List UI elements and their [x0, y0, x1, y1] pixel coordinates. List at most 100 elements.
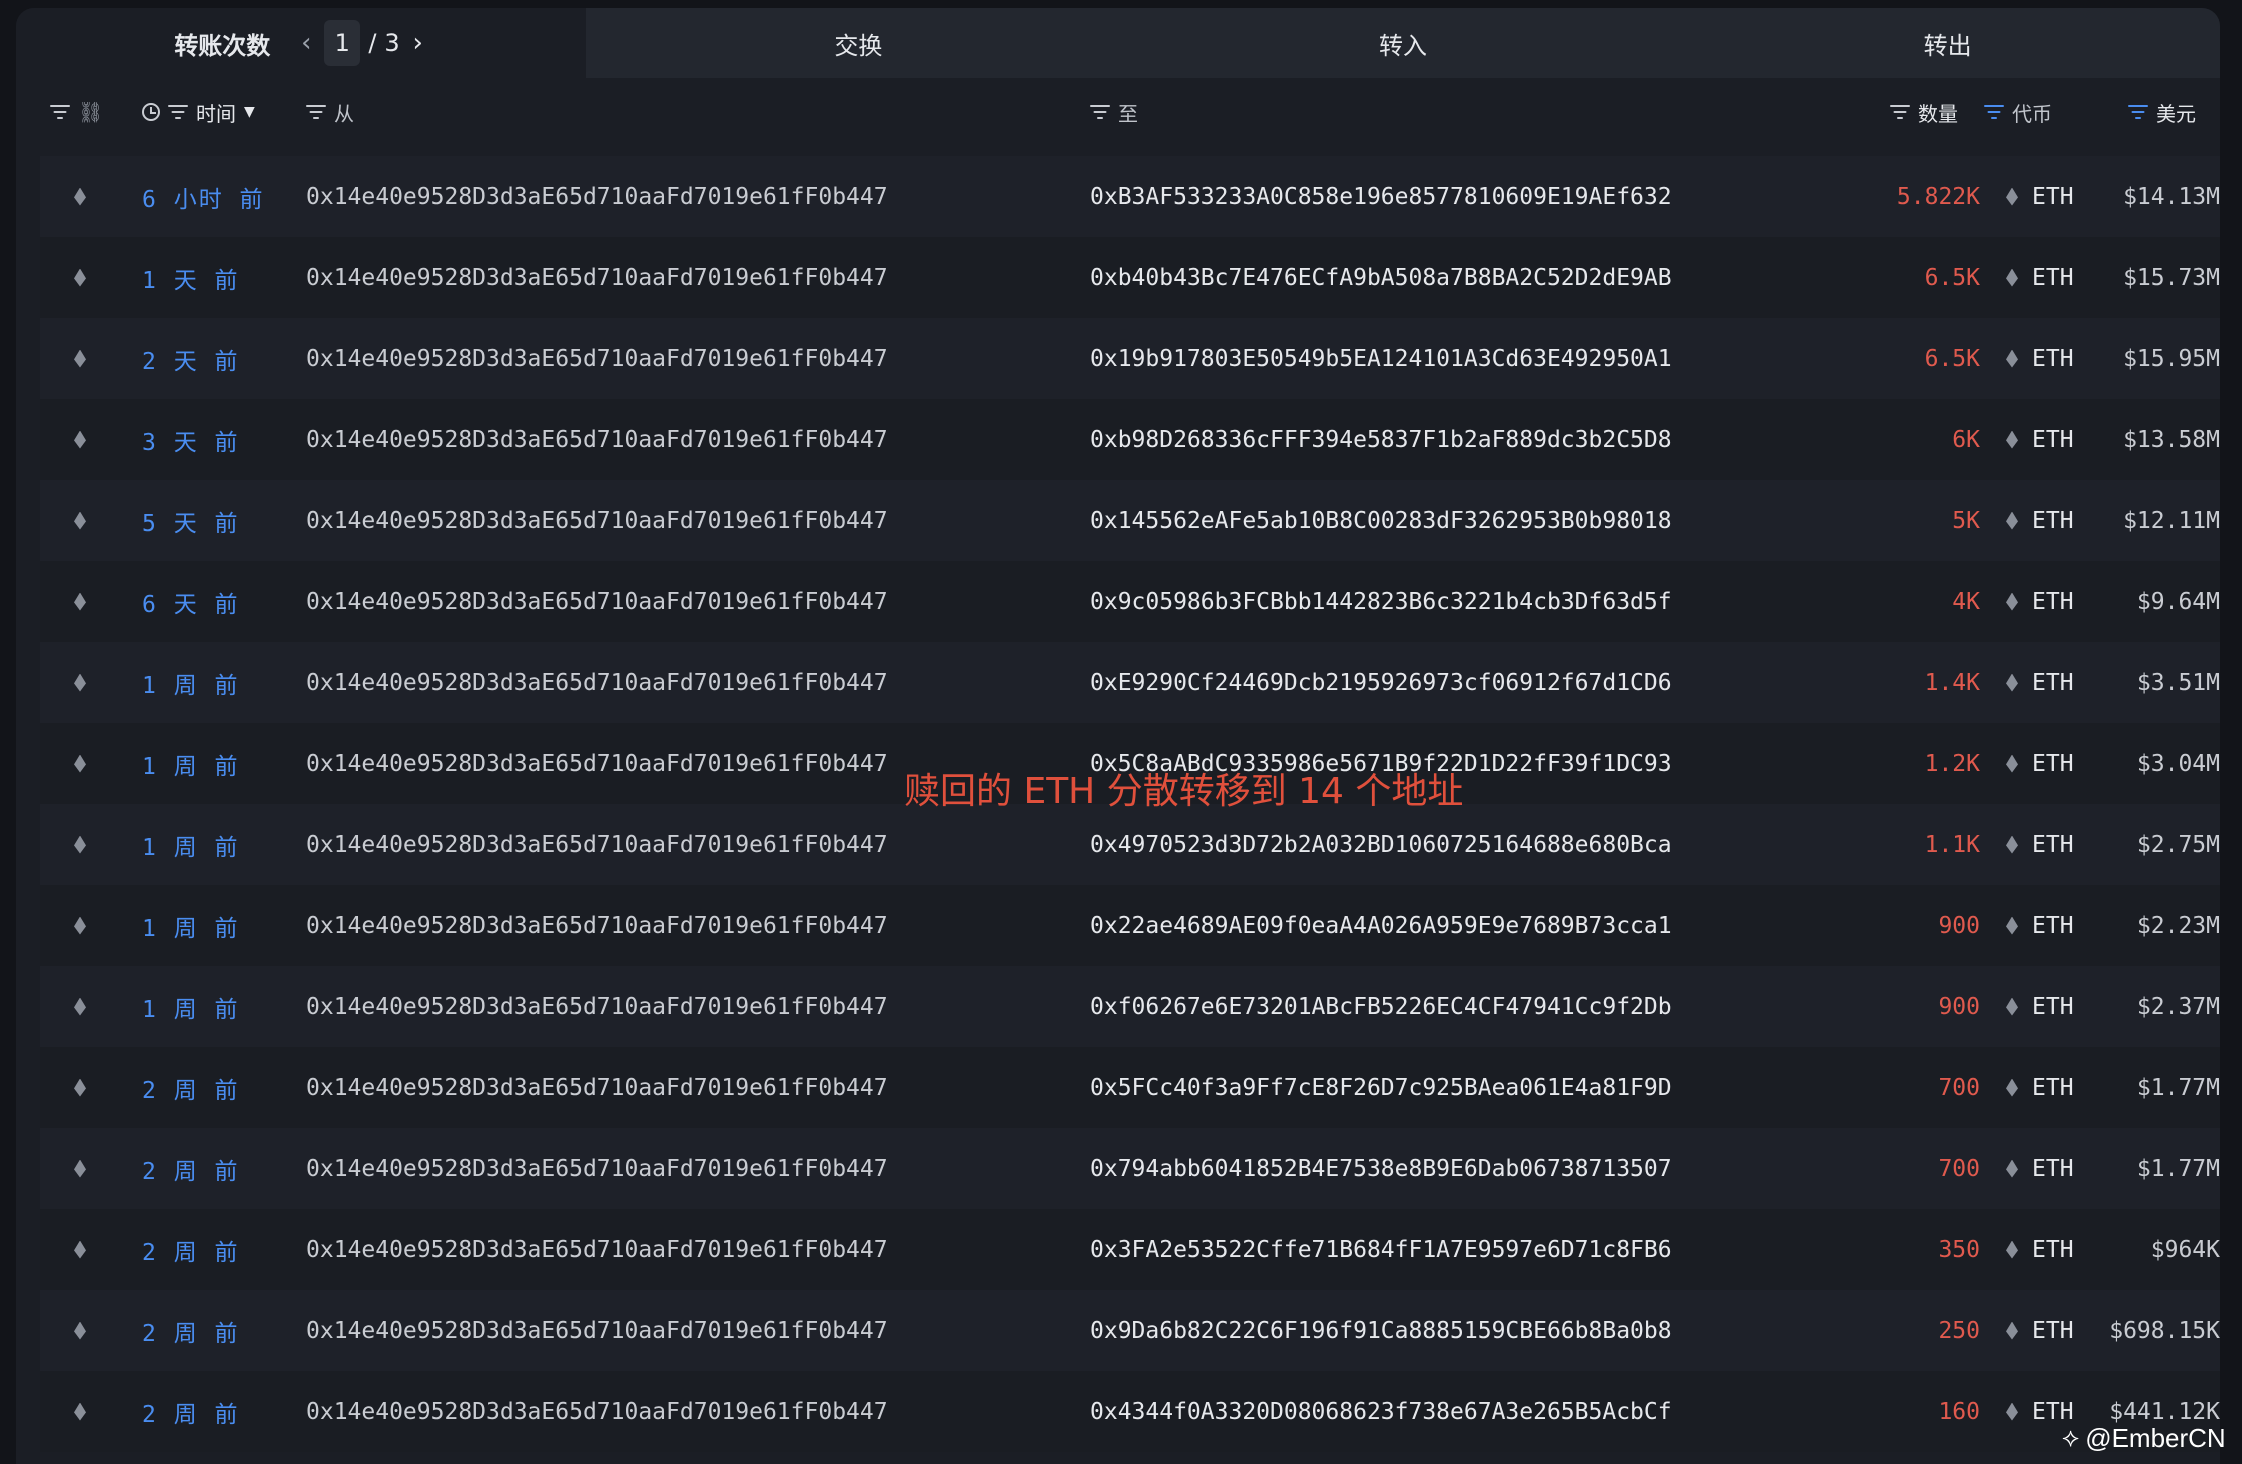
watermark-label: @EmberCN — [2085, 1422, 2226, 1453]
filter-icon[interactable] — [306, 105, 326, 119]
quantity-value: 5.822K — [1896, 183, 1980, 210]
from-address[interactable]: 0x14e40e9528D3d3aE65d710aaFd7019e61fF0b4… — [306, 642, 888, 723]
table-row[interactable]: 1 周 前 0x14e40e9528D3d3aE65d710aaFd7019e61… — [40, 885, 2220, 966]
quantity-value: 1.2K — [1924, 750, 1980, 777]
table-row[interactable]: 6 天 前 0x14e40e9528D3d3aE65d710aaFd7019e61… — [40, 561, 2220, 642]
to-address[interactable]: 0xE9290Cf24469Dcb2195926973cf06912f67d1C… — [1090, 642, 1672, 723]
ethereum-icon — [2006, 1078, 2018, 1097]
tab-inflow[interactable]: 转入 — [1130, 8, 1676, 78]
to-address[interactable]: 0x4344f0A3320D08068623f738e67A3e265B5Acb… — [1090, 1371, 1672, 1452]
to-address[interactable]: 0x22ae4689AE09f0eaA4A026A959E9e7689B73cc… — [1090, 885, 1672, 966]
tab-swap[interactable]: 交换 — [586, 8, 1131, 78]
table-row[interactable]: 1 天 前 0x14e40e9528D3d3aE65d710aaFd7019e61… — [40, 237, 2220, 318]
to-address[interactable]: 0xb98D268336cFFF394e5837F1b2aF889dc3b2C5… — [1090, 399, 1672, 480]
to-address[interactable]: 0x4970523d3D72b2A032BD1060725164688e680B… — [1090, 804, 1672, 885]
time-link[interactable]: 1 周 前 — [142, 885, 240, 966]
to-address[interactable]: 0x19b917803E50549b5EA124101A3Cd63E492950… — [1090, 318, 1672, 399]
link-icon[interactable]: ⛓ — [78, 100, 103, 124]
table-header: ⛓ 时间 ▼ 从 至 数量 代币 美元 — [40, 88, 2220, 136]
header-usd[interactable]: 美元 — [2128, 88, 2196, 136]
prev-page-icon[interactable]: ‹ — [296, 28, 316, 58]
filter-icon[interactable] — [2128, 105, 2148, 119]
time-link[interactable]: 2 周 前 — [142, 1209, 240, 1290]
ethereum-icon — [74, 1402, 86, 1421]
to-address[interactable]: 0xB3AF533233A0C858e196e8577810609E19AEf6… — [1090, 156, 1672, 237]
time-link[interactable]: 2 周 前 — [142, 1371, 240, 1452]
filter-icon[interactable] — [50, 105, 70, 119]
time-link[interactable]: 2 周 前 — [142, 1047, 240, 1128]
caret-down-icon[interactable]: ▼ — [244, 104, 255, 120]
time-link[interactable]: 1 周 前 — [142, 804, 240, 885]
to-address[interactable]: 0xf06267e6E73201ABcFB5226EC4CF47941Cc9f2… — [1090, 966, 1672, 1047]
table-row[interactable]: 6 小时 前 0x14e40e9528D3d3aE65d710aaFd7019e6… — [40, 156, 2220, 237]
from-address[interactable]: 0x14e40e9528D3d3aE65d710aaFd7019e61fF0b4… — [306, 318, 888, 399]
table-row[interactable]: 2 周 前 0x14e40e9528D3d3aE65d710aaFd7019e61… — [40, 1128, 2220, 1209]
filter-icon[interactable] — [1090, 105, 1110, 119]
quantity-value: 250 — [1938, 1317, 1980, 1344]
usd-value: $13.58M — [2123, 426, 2220, 453]
time-link[interactable]: 1 周 前 — [142, 642, 240, 723]
table-row[interactable]: 2 周 前 0x14e40e9528D3d3aE65d710aaFd7019e61… — [40, 1047, 2220, 1128]
to-address[interactable]: 0xb40b43Bc7E476ECfA9bA508a7B8BA2C52D2dE9… — [1090, 237, 1672, 318]
time-link[interactable]: 5 天 前 — [142, 480, 240, 561]
from-address[interactable]: 0x14e40e9528D3d3aE65d710aaFd7019e61fF0b4… — [306, 561, 888, 642]
from-address[interactable]: 0x14e40e9528D3d3aE65d710aaFd7019e61fF0b4… — [306, 237, 888, 318]
page-current[interactable]: 1 — [324, 20, 361, 66]
chain-cell — [68, 399, 92, 480]
to-address[interactable]: 0x9Da6b82C22C6F196f91Ca8885159CBE66b8Ba0… — [1090, 1290, 1672, 1371]
to-address[interactable]: 0x3FA2e53522Cffe71B684fF1A7E9597e6D71c8F… — [1090, 1209, 1672, 1290]
table-row[interactable]: 5 天 前 0x14e40e9528D3d3aE65d710aaFd7019e61… — [40, 480, 2220, 561]
from-address[interactable]: 0x14e40e9528D3d3aE65d710aaFd7019e61fF0b4… — [306, 885, 888, 966]
table-row[interactable]: 1 周 前 0x14e40e9528D3d3aE65d710aaFd7019e61… — [40, 966, 2220, 1047]
from-address[interactable]: 0x14e40e9528D3d3aE65d710aaFd7019e61fF0b4… — [306, 804, 888, 885]
usd-value: $2.75M — [2136, 831, 2220, 858]
ethereum-icon — [2006, 1321, 2018, 1340]
tab-transfers[interactable]: 转账次数 ‹ 1 / 3 › — [16, 8, 586, 78]
from-address[interactable]: 0x14e40e9528D3d3aE65d710aaFd7019e61fF0b4… — [306, 399, 888, 480]
from-address[interactable]: 0x14e40e9528D3d3aE65d710aaFd7019e61fF0b4… — [306, 1047, 888, 1128]
to-address[interactable]: 0x794abb6041852B4E7538e8B9E6Dab067387135… — [1090, 1128, 1672, 1209]
header-to[interactable]: 至 — [1090, 88, 1138, 136]
quantity-value: 6.5K — [1924, 345, 1980, 372]
time-link[interactable]: 1 周 前 — [142, 723, 240, 804]
table-row[interactable]: 1 周 前 0x14e40e9528D3d3aE65d710aaFd7019e61… — [40, 804, 2220, 885]
time-link[interactable]: 6 小时 前 — [142, 156, 265, 237]
from-address[interactable]: 0x14e40e9528D3d3aE65d710aaFd7019e61fF0b4… — [306, 1128, 888, 1209]
time-link[interactable]: 2 周 前 — [142, 1128, 240, 1209]
header-time[interactable]: 时间 ▼ — [142, 88, 255, 136]
from-address[interactable]: 0x14e40e9528D3d3aE65d710aaFd7019e61fF0b4… — [306, 1290, 888, 1371]
from-address[interactable]: 0x14e40e9528D3d3aE65d710aaFd7019e61fF0b4… — [306, 1371, 888, 1452]
table-row[interactable]: 1 周 前 0x14e40e9528D3d3aE65d710aaFd7019e61… — [40, 642, 2220, 723]
header-quantity[interactable]: 数量 — [1890, 88, 1958, 136]
time-link[interactable]: 2 天 前 — [142, 318, 240, 399]
filter-icon[interactable] — [168, 105, 188, 119]
to-address[interactable]: 0x9c05986b3FCBbb1442823B6c3221b4cb3Df63d… — [1090, 561, 1672, 642]
filter-icon[interactable] — [1984, 105, 2004, 119]
table-row[interactable]: 3 天 前 0x14e40e9528D3d3aE65d710aaFd7019e61… — [40, 399, 2220, 480]
table-row[interactable]: 2 周 前 0x14e40e9528D3d3aE65d710aaFd7019e61… — [40, 1371, 2220, 1452]
time-link[interactable]: 1 周 前 — [142, 966, 240, 1047]
to-address[interactable]: 0x5FCc40f3a9Ff7cE8F26D7c925BAea061E4a81F… — [1090, 1047, 1672, 1128]
table-row[interactable]: 2 天 前 0x14e40e9528D3d3aE65d710aaFd7019e61… — [40, 318, 2220, 399]
to-address[interactable]: 0x145562eAFe5ab10B8C00283dF3262953B0b980… — [1090, 480, 1672, 561]
quantity-value: 4K — [1952, 588, 1980, 615]
header-from-label: 从 — [334, 101, 354, 126]
time-link[interactable]: 6 天 前 — [142, 561, 240, 642]
from-address[interactable]: 0x14e40e9528D3d3aE65d710aaFd7019e61fF0b4… — [306, 1209, 888, 1290]
time-link[interactable]: 3 天 前 — [142, 399, 240, 480]
filter-icon[interactable] — [1890, 105, 1910, 119]
next-page-icon[interactable]: › — [408, 28, 428, 58]
time-link[interactable]: 1 天 前 — [142, 237, 240, 318]
header-token[interactable]: 代币 — [1984, 88, 2052, 136]
clock-icon[interactable] — [142, 103, 160, 121]
tab-outflow[interactable]: 转出 — [1675, 8, 2220, 78]
from-address[interactable]: 0x14e40e9528D3d3aE65d710aaFd7019e61fF0b4… — [306, 966, 888, 1047]
table-row[interactable]: 2 周 前 0x14e40e9528D3d3aE65d710aaFd7019e61… — [40, 1209, 2220, 1290]
header-from[interactable]: 从 — [306, 88, 354, 136]
chain-cell — [68, 156, 92, 237]
from-address[interactable]: 0x14e40e9528D3d3aE65d710aaFd7019e61fF0b4… — [306, 723, 888, 804]
from-address[interactable]: 0x14e40e9528D3d3aE65d710aaFd7019e61fF0b4… — [306, 480, 888, 561]
table-row[interactable]: 2 周 前 0x14e40e9528D3d3aE65d710aaFd7019e61… — [40, 1290, 2220, 1371]
time-link[interactable]: 2 周 前 — [142, 1290, 240, 1371]
from-address[interactable]: 0x14e40e9528D3d3aE65d710aaFd7019e61fF0b4… — [306, 156, 888, 237]
